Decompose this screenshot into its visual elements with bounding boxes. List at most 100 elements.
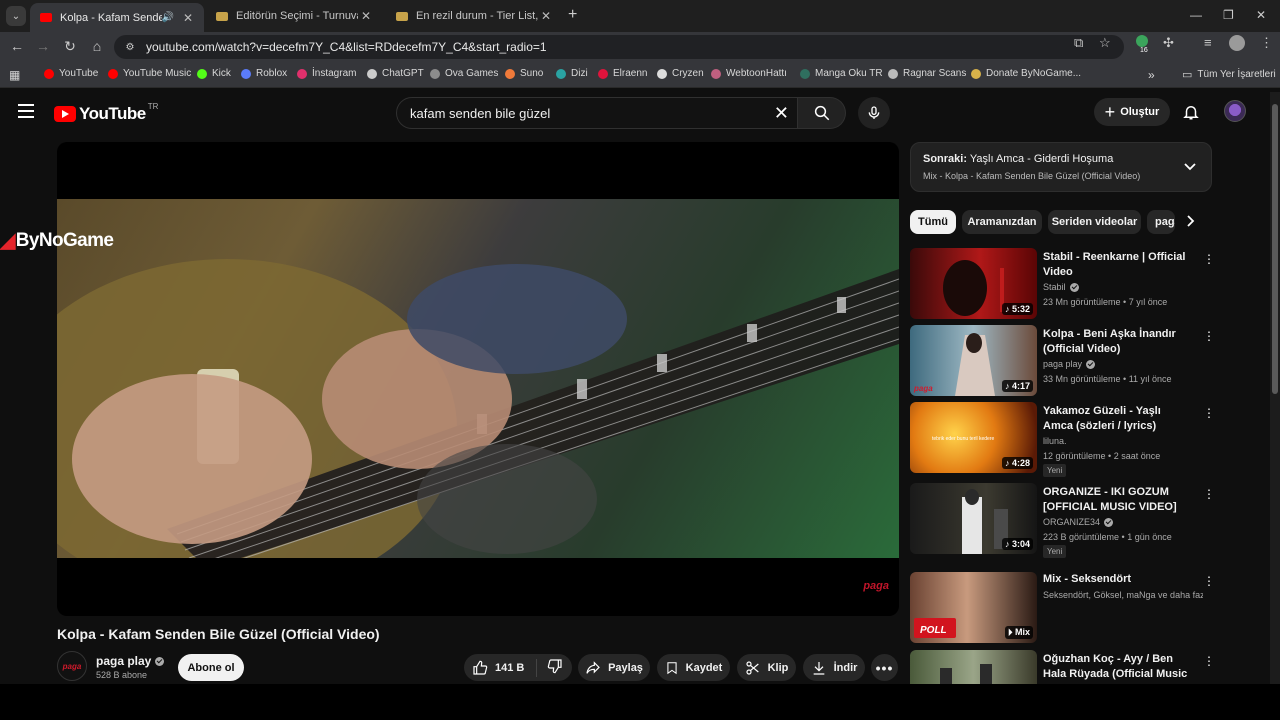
voice-search-button[interactable] bbox=[858, 97, 890, 129]
close-tab-icon[interactable]: ✕ bbox=[358, 9, 374, 23]
chip-channel[interactable]: paga bbox=[1147, 210, 1175, 234]
more-vertical-icon[interactable]: ⋮ bbox=[1203, 654, 1212, 668]
recommendation-item[interactable]: tebrik eder bunu teril kedere ♪ 4:28 Yak… bbox=[910, 402, 1215, 480]
channel-avatar[interactable]: paga bbox=[57, 651, 87, 681]
search-input[interactable]: kafam senden bile güzel ✕ bbox=[396, 97, 798, 129]
chip-all[interactable]: Tümü bbox=[910, 210, 956, 234]
more-bookmarks-icon[interactable]: » bbox=[1148, 68, 1155, 82]
video-thumbnail[interactable]: paga ♪ 4:17 bbox=[910, 325, 1037, 396]
bookmark-item[interactable]: Ragnar Scans bbox=[888, 68, 966, 79]
account-avatar[interactable] bbox=[1224, 100, 1246, 122]
video-thumbnail[interactable]: ♪ 3:04 bbox=[910, 483, 1037, 554]
more-vertical-icon[interactable]: ⋮ bbox=[1203, 574, 1215, 588]
speaker-icon[interactable]: 🔊 bbox=[162, 12, 174, 23]
search-query[interactable]: kafam senden bile güzel bbox=[410, 106, 774, 121]
chip-from-search[interactable]: Aramanızdan bbox=[962, 210, 1042, 234]
recommendation-title[interactable]: Yakamoz Güzeli - Yaşlı Amca (sözleri / l… bbox=[1043, 404, 1191, 434]
recommendation-item[interactable]: Oğuzhan Koç - Ayy / Ben Hala Rüyada (Off… bbox=[910, 650, 1212, 684]
bookmark-star-icon[interactable]: ☆ bbox=[1099, 35, 1111, 51]
recommendation-item[interactable]: POLL ⏵ Mix Mix - Seksendört Seksendört, … bbox=[910, 568, 1215, 644]
save-button[interactable]: Kaydet bbox=[657, 654, 730, 681]
bookmark-item[interactable]: Ova Games bbox=[430, 68, 498, 79]
share-button[interactable]: Paylaş bbox=[578, 654, 650, 681]
bookmark-item[interactable]: ChatGPT bbox=[367, 68, 424, 79]
download-button[interactable]: İndir bbox=[803, 654, 865, 681]
recommendation-title[interactable]: Mix - Seksendört bbox=[1043, 572, 1191, 587]
extension-green-icon[interactable]: 16 bbox=[1136, 35, 1148, 54]
bookmark-item[interactable]: Manga Oku TR bbox=[800, 68, 883, 79]
site-info-icon[interactable]: ⚙ bbox=[122, 39, 138, 55]
recommendation-item[interactable]: ♪ 3:04 ORGANIZE - IKI GOZUM [OFFICIAL MU… bbox=[910, 483, 1215, 561]
bookmark-item[interactable]: Kick bbox=[197, 68, 231, 79]
create-button[interactable]: + Oluştur bbox=[1094, 98, 1170, 126]
home-icon[interactable]: ⌂ bbox=[88, 38, 106, 54]
close-window-icon[interactable]: ✕ bbox=[1256, 8, 1266, 22]
notifications-button[interactable] bbox=[1182, 102, 1200, 127]
youtube-logo[interactable]: YouTube TR bbox=[54, 102, 158, 124]
video-thumbnail[interactable] bbox=[910, 650, 1037, 684]
bookmark-item[interactable]: YouTube bbox=[44, 68, 98, 79]
bookmark-item[interactable]: Suno bbox=[505, 68, 543, 79]
mix-thumbnail[interactable]: POLL ⏵ Mix bbox=[910, 572, 1037, 643]
address-bar[interactable]: ⚙ youtube.com/watch?v=decefm7Y_C4&list=R… bbox=[114, 35, 1124, 59]
search-button[interactable] bbox=[798, 97, 846, 129]
back-icon[interactable]: ← bbox=[8, 38, 26, 54]
video-player[interactable]: paga bbox=[57, 142, 899, 616]
bookmark-item[interactable]: Donate ByNoGame... bbox=[971, 68, 1081, 79]
restore-icon[interactable]: ❐ bbox=[1223, 8, 1234, 22]
new-tab-icon[interactable]: + bbox=[568, 6, 577, 24]
minimize-icon[interactable]: — bbox=[1190, 8, 1202, 22]
tab-search-button[interactable]: ⌄ bbox=[6, 6, 26, 26]
close-tab-icon[interactable]: ✕ bbox=[180, 11, 196, 25]
more-vertical-icon[interactable]: ⋮ bbox=[1203, 487, 1215, 501]
bookmark-item[interactable]: Roblox bbox=[241, 68, 287, 79]
tab-3[interactable]: En rezil durum - Tier List, Kör Su ✕ bbox=[386, 3, 562, 29]
more-vertical-icon[interactable]: ⋮ bbox=[1203, 329, 1215, 343]
url-text[interactable]: youtube.com/watch?v=decefm7Y_C4&list=RDd… bbox=[146, 40, 547, 54]
like-button[interactable]: 141 B bbox=[472, 660, 536, 676]
bookmark-item[interactable]: Elraenn bbox=[598, 68, 647, 79]
mix-playlist-panel[interactable]: Sonraki: Yaşlı Amca - Giderdi Hoşuma Mix… bbox=[910, 142, 1212, 192]
recommendation-item[interactable]: ♪ 5:32 Stabil - Reenkarne | Official Vid… bbox=[910, 248, 1215, 320]
video-frame[interactable] bbox=[57, 199, 899, 558]
forward-icon[interactable]: → bbox=[34, 38, 52, 54]
bookmark-item[interactable]: Cryzen bbox=[657, 68, 704, 79]
dislike-button[interactable] bbox=[547, 658, 570, 677]
more-vertical-icon[interactable]: ⋮ bbox=[1203, 406, 1215, 420]
chip-scroll-right-icon[interactable] bbox=[1186, 214, 1196, 231]
profile-avatar-icon[interactable] bbox=[1229, 35, 1245, 54]
apps-grid-icon[interactable]: ▦ bbox=[9, 68, 20, 82]
clip-button[interactable]: Klip bbox=[737, 654, 796, 681]
subscribe-button[interactable]: Abone ol bbox=[178, 654, 244, 681]
video-thumbnail[interactable]: tebrik eder bunu teril kedere ♪ 4:28 bbox=[910, 402, 1037, 473]
all-bookmarks[interactable]: ▭ Tüm Yer İşaretleri bbox=[1182, 68, 1276, 81]
chip-series-videos[interactable]: Seriden videolar bbox=[1048, 210, 1141, 234]
tab-2[interactable]: Editörün Seçimi - Turnuva - Qu ✕ bbox=[206, 3, 382, 29]
more-vertical-icon[interactable]: ⋮ bbox=[1203, 252, 1215, 266]
recommendation-title[interactable]: Kolpa - Beni Aşka İnandır (Official Vide… bbox=[1043, 327, 1191, 357]
bookmark-item[interactable]: İnstagram bbox=[297, 68, 356, 79]
install-app-icon[interactable]: ⧉ bbox=[1074, 35, 1083, 51]
bookmark-item[interactable]: WebtoonHattı bbox=[711, 68, 787, 79]
page-scrollbar-thumb[interactable] bbox=[1272, 104, 1278, 394]
tab-active[interactable]: Kolpa - Kafam Senden Bile Güzel 🔊 ✕ bbox=[30, 3, 204, 32]
close-tab-icon[interactable]: ✕ bbox=[538, 9, 554, 23]
channel-name[interactable]: paga play bbox=[96, 654, 165, 668]
recommendation-title[interactable]: Stabil - Reenkarne | Official Video bbox=[1043, 250, 1191, 280]
media-control-icon[interactable]: ≡ bbox=[1204, 35, 1212, 50]
channel-watermark[interactable]: paga bbox=[863, 580, 889, 592]
extensions-puzzle-icon[interactable]: ✣ bbox=[1163, 35, 1174, 51]
clear-search-icon[interactable]: ✕ bbox=[774, 103, 789, 124]
bookmark-item[interactable]: Dizi bbox=[556, 68, 588, 79]
more-actions-button[interactable]: ••• bbox=[871, 654, 898, 681]
channel-name-text[interactable]: paga play bbox=[96, 654, 151, 668]
recommendation-title[interactable]: ORGANIZE - IKI GOZUM [OFFICIAL MUSIC VID… bbox=[1043, 485, 1191, 515]
recommendation-item[interactable]: paga ♪ 4:17 Kolpa - Beni Aşka İnandır (O… bbox=[910, 325, 1215, 397]
guide-menu-icon[interactable] bbox=[18, 104, 34, 122]
browser-menu-icon[interactable]: ⋮ bbox=[1260, 35, 1273, 51]
reload-icon[interactable]: ↻ bbox=[61, 38, 79, 55]
recommendation-title[interactable]: Oğuzhan Koç - Ayy / Ben Hala Rüyada (Off… bbox=[1043, 652, 1193, 684]
expand-playlist-icon[interactable] bbox=[1183, 159, 1197, 177]
video-thumbnail[interactable]: ♪ 5:32 bbox=[910, 248, 1037, 319]
bookmark-item[interactable]: YouTube Music bbox=[108, 68, 191, 79]
